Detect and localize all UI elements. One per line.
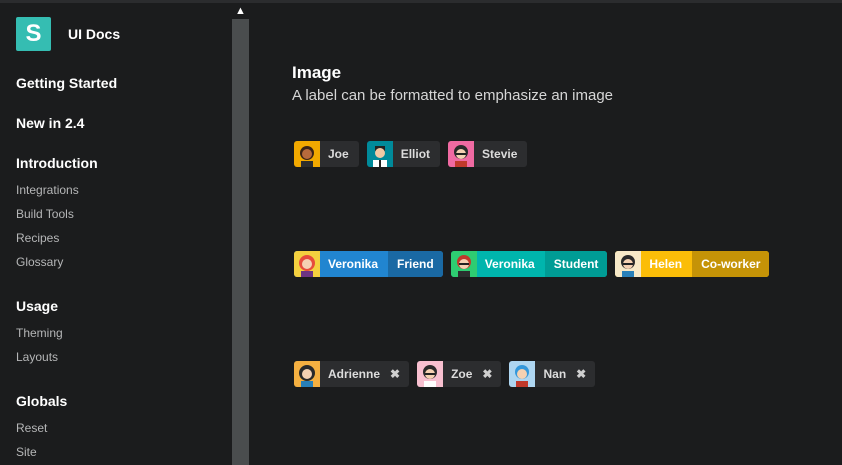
nav-item-site[interactable]: Site bbox=[16, 445, 37, 459]
image-detail-labels-row: Veronika Friend Veronika Student Helen C… bbox=[294, 251, 770, 277]
label-detail: Co-worker bbox=[692, 251, 770, 277]
label-veronika-friend[interactable]: Veronika Friend bbox=[294, 251, 443, 277]
label-name: Stevie bbox=[482, 147, 518, 161]
label-joe[interactable]: Joe bbox=[294, 141, 359, 167]
label-name: Elliot bbox=[400, 147, 431, 161]
nav-usage[interactable]: Usage bbox=[16, 298, 58, 314]
nav-item-recipes[interactable]: Recipes bbox=[16, 231, 59, 245]
label-adrienne[interactable]: Adrienne ✖ bbox=[294, 361, 410, 387]
label-name: Veronika bbox=[328, 257, 379, 271]
scroll-up-arrow-icon[interactable]: ▲ bbox=[232, 3, 249, 19]
close-icon[interactable]: ✖ bbox=[482, 367, 501, 381]
label-veronika-student[interactable]: Veronika Student bbox=[450, 251, 608, 277]
sidebar: S UI Docs Getting Started New in 2.4 Int… bbox=[0, 3, 232, 465]
label-name: Veronika bbox=[484, 257, 535, 271]
sidebar-scrollbar[interactable]: ▲ bbox=[232, 3, 249, 465]
avatar-zoe-icon bbox=[417, 361, 444, 387]
removable-image-labels-row: Adrienne ✖ Zoe ✖ Nan ✖ bbox=[294, 361, 596, 387]
avatar-joe-icon bbox=[294, 141, 320, 167]
nav-new[interactable]: New in 2.4 bbox=[16, 115, 84, 131]
label-elliot[interactable]: Elliot bbox=[366, 141, 441, 167]
nav-item-build-tools[interactable]: Build Tools bbox=[16, 207, 74, 221]
label-helen-coworker[interactable]: Helen Co-worker bbox=[615, 251, 770, 277]
avatar-nan-icon bbox=[509, 361, 536, 387]
logo-icon: S bbox=[16, 17, 51, 51]
avatar-elliot-icon bbox=[366, 141, 393, 167]
avatar-stevie-icon bbox=[448, 141, 475, 167]
nav-introduction[interactable]: Introduction bbox=[16, 155, 98, 171]
nav-item-theming[interactable]: Theming bbox=[16, 326, 63, 340]
main-content: Image A label can be formatted to emphas… bbox=[249, 3, 842, 465]
nav-globals[interactable]: Globals bbox=[16, 393, 67, 409]
avatar-adrienne-icon bbox=[294, 361, 320, 387]
label-name: Helen bbox=[649, 257, 683, 271]
label-zoe[interactable]: Zoe ✖ bbox=[417, 361, 502, 387]
close-icon[interactable]: ✖ bbox=[576, 367, 595, 381]
brand[interactable]: S UI Docs bbox=[16, 17, 120, 51]
label-detail: Student bbox=[544, 251, 608, 277]
section-title: Image bbox=[292, 63, 342, 82]
app-title: UI Docs bbox=[68, 26, 121, 42]
label-name: Joe bbox=[328, 147, 349, 161]
label-nan[interactable]: Nan ✖ bbox=[509, 361, 596, 387]
label-name: Zoe bbox=[451, 367, 473, 381]
nav-item-layouts[interactable]: Layouts bbox=[16, 350, 58, 364]
avatar-veronika-icon bbox=[294, 251, 320, 277]
avatar-helen-icon bbox=[615, 251, 642, 277]
nav-getting-started[interactable]: Getting Started bbox=[16, 75, 117, 91]
nav-item-integrations[interactable]: Integrations bbox=[16, 183, 79, 197]
avatar-veronika-student-icon bbox=[450, 251, 477, 277]
nav-item-reset[interactable]: Reset bbox=[16, 421, 47, 435]
label-name: Nan bbox=[543, 367, 567, 381]
label-stevie[interactable]: Stevie bbox=[448, 141, 528, 167]
image-labels-row: Joe Elliot Stevie bbox=[294, 141, 528, 167]
label-name: Adrienne bbox=[328, 367, 381, 381]
label-detail: Friend bbox=[388, 251, 443, 277]
section-subtitle: A label can be formatted to emphasize an… bbox=[292, 87, 614, 104]
close-icon[interactable]: ✖ bbox=[390, 367, 409, 381]
nav-item-glossary[interactable]: Glossary bbox=[16, 255, 63, 269]
